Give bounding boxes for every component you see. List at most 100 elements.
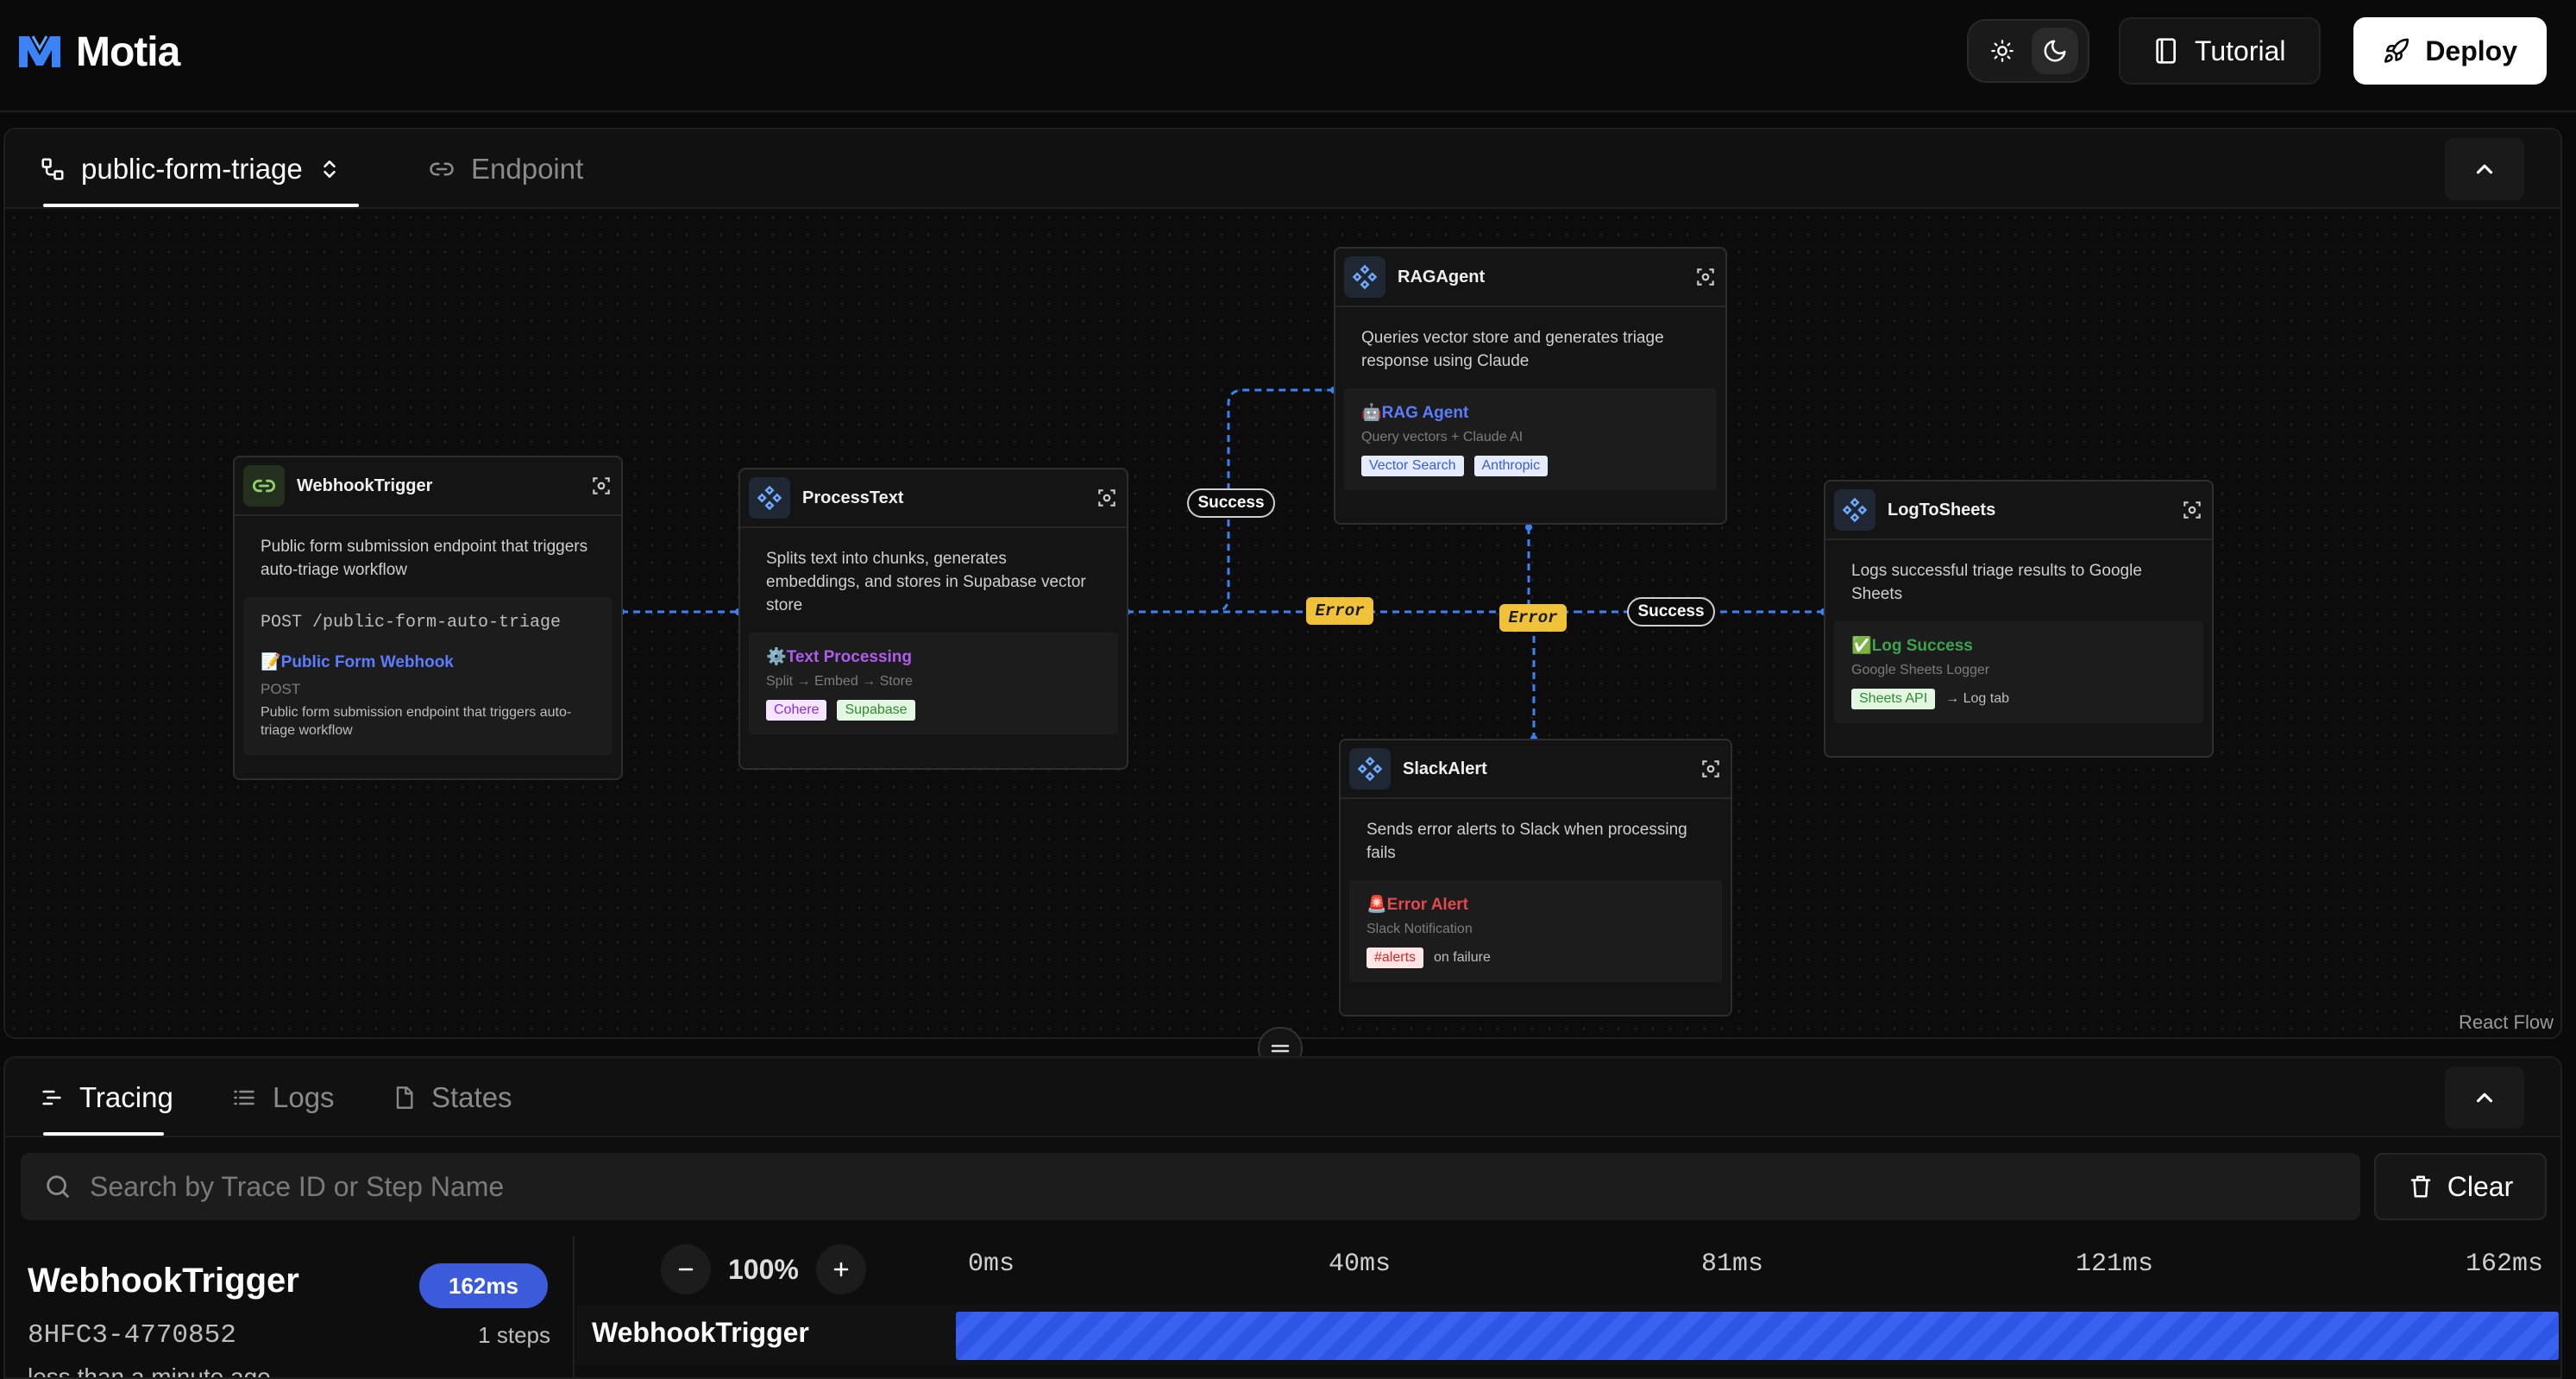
node-description: Public form submission endpoint that tri… [261, 538, 588, 579]
tag: Vector Search [1361, 456, 1464, 476]
plus-icon [833, 1262, 849, 1277]
focus-icon[interactable] [590, 475, 613, 497]
trace-search-box[interactable] [21, 1153, 2360, 1220]
app-name: Motia [76, 28, 180, 75]
flow-panel: public-form-triage Endpoint Success Erro… [3, 128, 2562, 1039]
inner-subtitle: Query vectors + Claude AI [1361, 430, 1524, 444]
node-title: SlackAlert [1403, 759, 1487, 778]
inner-title: ⚙️Text Processing [766, 648, 913, 666]
sun-icon [1990, 40, 2014, 62]
timeline-tick: 81ms [1701, 1250, 1764, 1279]
node-title: WebhookTrigger [297, 475, 433, 495]
edge-label-error[interactable]: Error [1306, 597, 1373, 625]
chevron-up-icon [2476, 164, 2493, 174]
step-icon [1344, 256, 1385, 298]
collapse-bottom-panel-button[interactable] [2445, 1067, 2524, 1129]
timeline-tick: 121ms [2076, 1250, 2154, 1279]
node-title: LogToSheets [1888, 500, 1996, 519]
node-description: Sends error alerts to Slack when process… [1367, 821, 1687, 862]
tag-list: Sheets API → Log tab [1851, 689, 2186, 709]
tab-public-form-triage[interactable]: public-form-triage [40, 129, 341, 209]
edge-label-error[interactable]: Error [1499, 604, 1567, 632]
http-method: POST [261, 681, 301, 697]
link-icon [243, 465, 285, 507]
book-icon [2156, 38, 2176, 64]
zoom-level: 100% [728, 1253, 799, 1285]
tutorial-label: Tutorial [2195, 35, 2286, 66]
minus-icon [678, 1268, 694, 1271]
tab-label: States [431, 1081, 512, 1113]
grip-icon [1271, 1044, 1290, 1053]
node-description: Logs successful triage results to Google… [1851, 562, 2142, 603]
flow-canvas[interactable]: Success Error Error Success WebhookTrigg… [5, 209, 2560, 1037]
trace-name: WebhookTrigger [28, 1262, 299, 1300]
node-process-text[interactable]: ProcessText Splits text into chunks, gen… [738, 468, 1128, 770]
timeline-tick: 162ms [2466, 1250, 2544, 1279]
trace-timestamp: less than a minute ago [28, 1363, 271, 1379]
active-tab-indicator [43, 1132, 164, 1136]
inner-title: 🤖RAG Agent [1361, 404, 1469, 422]
tab-states[interactable]: States [392, 1058, 512, 1137]
motia-logo-icon [19, 35, 60, 67]
light-theme-button[interactable] [1979, 28, 2026, 74]
list-icon [234, 1090, 254, 1105]
node-rag-agent[interactable]: RAGAgent Queries vector store and genera… [1334, 247, 1727, 525]
chevrons-up-down-icon[interactable] [318, 156, 341, 182]
duration-badge: 162ms [419, 1263, 548, 1308]
bottom-panel: Tracing Logs States Search by Trace ID o… [3, 1056, 2562, 1379]
moon-icon [2044, 40, 2065, 62]
node-header: WebhookTrigger [235, 457, 621, 516]
trash-icon [2410, 1175, 2431, 1198]
search-icon [47, 1175, 69, 1198]
bottom-header: Tracing Logs States [5, 1058, 2560, 1137]
logo[interactable]: Motia [16, 26, 180, 78]
node-webhook-trigger[interactable]: WebhookTrigger Public form submission en… [233, 456, 623, 780]
node-header: RAGAgent [1335, 249, 1725, 307]
timeline-bar[interactable] [956, 1312, 2559, 1360]
timeline-tick: 40ms [1329, 1250, 1392, 1279]
node-description: Splits text into chunks, generates embed… [766, 550, 1086, 614]
node-detail-card: 🚨Error Alert Slack Notification #alerts … [1349, 880, 1722, 982]
tab-logs[interactable]: Logs [231, 1058, 335, 1137]
flow-icon [41, 158, 64, 180]
trace-id: 8HFC3-4770852 [28, 1320, 236, 1351]
tab-label: Tracing [79, 1081, 173, 1113]
focus-icon[interactable] [1700, 758, 1722, 780]
tag: Supabase [837, 700, 915, 721]
tag: Cohere [766, 700, 827, 721]
trace-list-item[interactable]: WebhookTrigger 162ms 8HFC3-4770852 1 ste… [5, 1236, 575, 1379]
chevron-up-icon [2476, 1092, 2493, 1103]
focus-icon[interactable] [1096, 487, 1118, 509]
inner-subtitle: Google Sheets Logger [1851, 663, 1990, 677]
collapse-flow-button[interactable] [2445, 138, 2524, 200]
node-description: Queries vector store and generates triag… [1361, 329, 1664, 370]
node-title: ProcessText [802, 488, 904, 507]
react-flow-attribution[interactable]: React Flow [2459, 1011, 2554, 1034]
node-slack-alert[interactable]: SlackAlert Sends error alerts to Slack w… [1339, 739, 1732, 1017]
top-bar: Motia Tutorial Deploy [0, 0, 2576, 112]
clear-button[interactable]: Clear [2374, 1153, 2547, 1220]
timeline-row[interactable]: WebhookTrigger [576, 1305, 2560, 1365]
edge-label-success[interactable]: Success [1187, 488, 1275, 518]
endpoint-route: POST /public-form-auto-triage [261, 613, 562, 633]
trace-steps: 1 steps [478, 1322, 550, 1348]
tab-tracing[interactable]: Tracing [40, 1058, 173, 1137]
timeline-tick: 0ms [968, 1250, 1015, 1279]
zoom-out-button[interactable] [661, 1244, 711, 1294]
node-detail-card: 🤖RAG Agent Query vectors + Claude AI Vec… [1344, 388, 1717, 490]
node-log-to-sheets[interactable]: LogToSheets Logs successful triage resul… [1824, 480, 2214, 758]
theme-toggle[interactable] [1967, 19, 2089, 83]
inner-title: ✅Log Success [1851, 637, 1973, 655]
tab-endpoint[interactable]: Endpoint [428, 129, 583, 209]
edge-label-success[interactable]: Success [1627, 597, 1715, 627]
node-title: RAGAgent [1398, 267, 1486, 287]
deploy-button[interactable]: Deploy [2353, 17, 2547, 85]
trace-search-input[interactable] [90, 1170, 2338, 1203]
dark-theme-button[interactable] [2031, 28, 2078, 74]
tutorial-button[interactable]: Tutorial [2119, 17, 2321, 85]
focus-icon[interactable] [1694, 266, 1717, 288]
focus-icon[interactable] [2181, 499, 2203, 521]
node-detail-card: ⚙️Text Processing Split → Embed → Store … [749, 633, 1118, 734]
zoom-in-button[interactable] [815, 1244, 866, 1294]
tracing-icon [42, 1090, 61, 1105]
